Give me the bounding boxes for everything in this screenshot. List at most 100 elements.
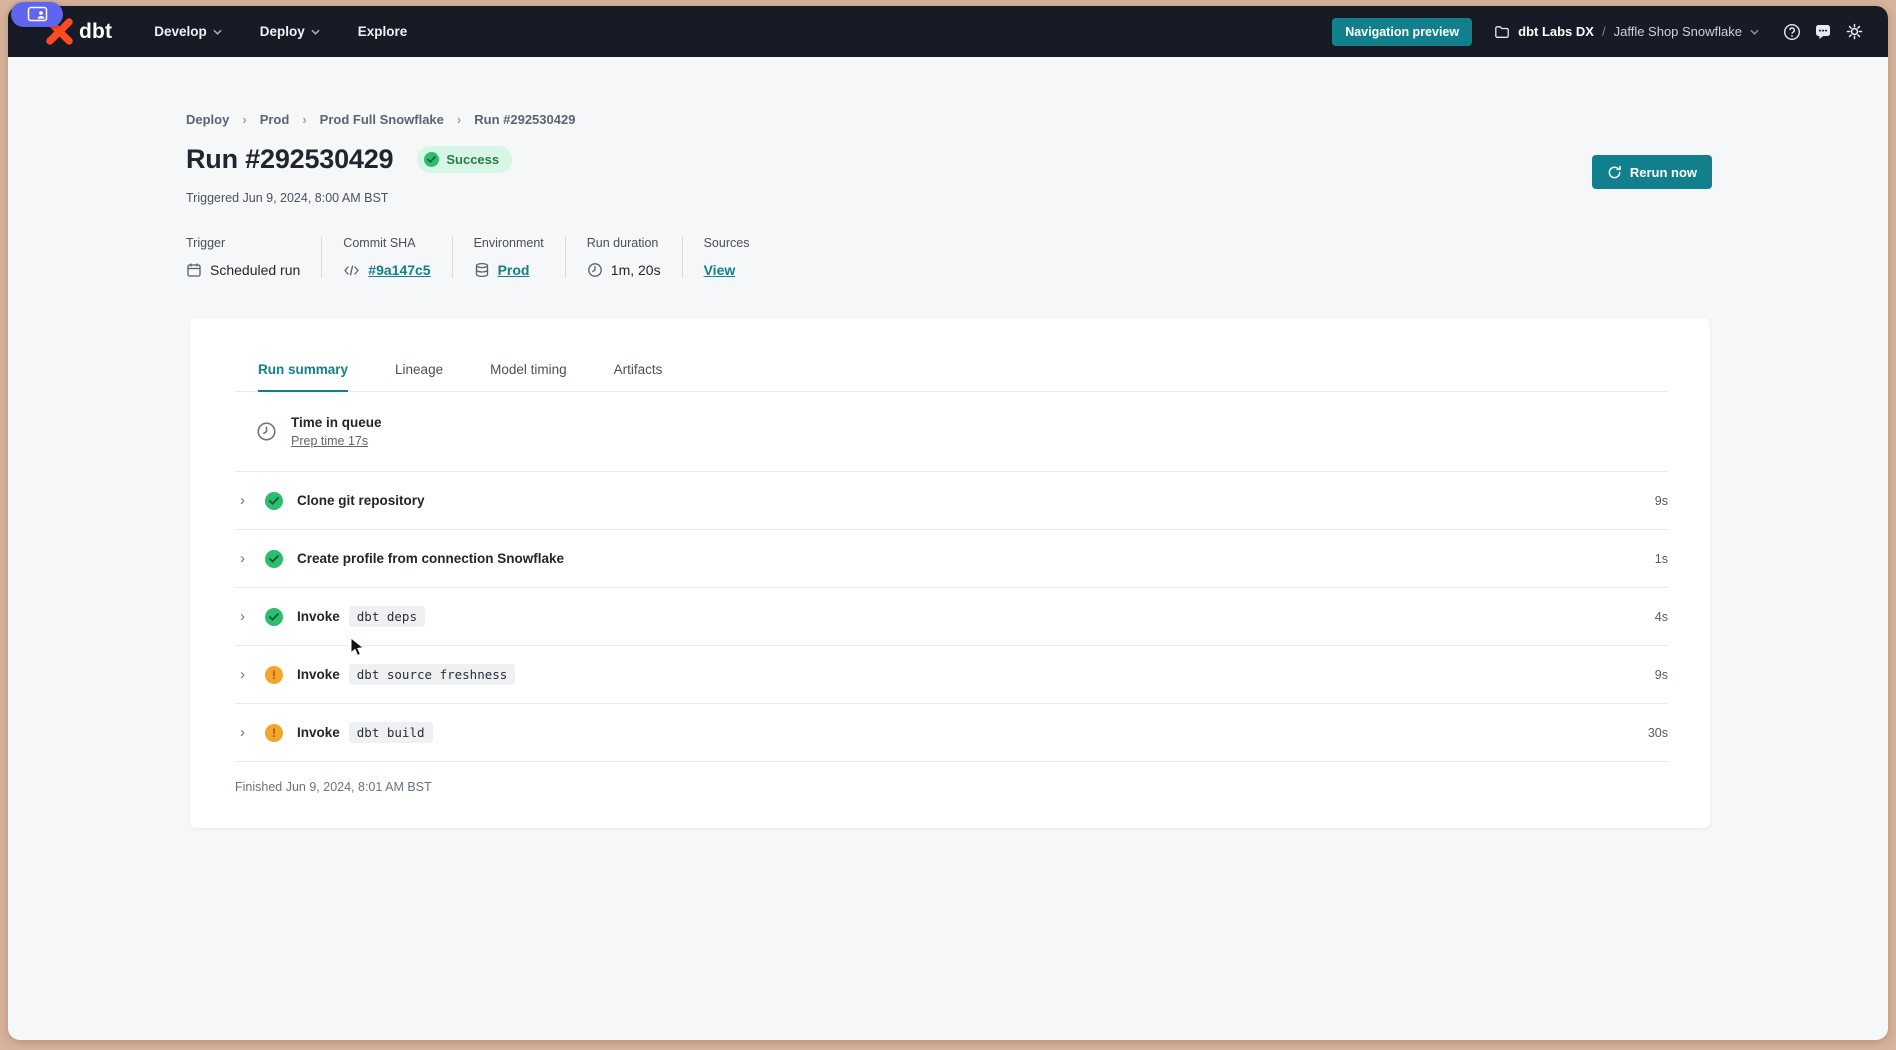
meta-sources: Sources View (704, 236, 771, 278)
step-label[interactable]: Invoke (297, 609, 340, 624)
page-title: Run #292530429 (186, 144, 393, 175)
step-warning-icon: ! (265, 724, 283, 742)
expand-chevron-icon[interactable]: › (240, 550, 265, 567)
project-switcher[interactable]: dbt Labs DX / Jaffle Shop Snowflake (1494, 24, 1759, 40)
expand-chevron-icon[interactable]: › (240, 666, 265, 683)
breadcrumb-deploy[interactable]: Deploy (186, 112, 229, 127)
menu-explore-label: Explore (358, 24, 408, 39)
step-row-source-freshness: › ! Invoke dbt source freshness 9s (235, 646, 1668, 704)
tab-bar: Run summary Lineage Model timing Artifac… (235, 318, 1668, 392)
meta-duration-value: 1m, 20s (611, 262, 661, 278)
screen-share-badge[interactable] (11, 2, 63, 27)
step-row-dbt-deps: › Invoke dbt deps 4s (235, 588, 1668, 646)
commit-sha-link[interactable]: #9a147c5 (368, 262, 430, 278)
status-badge-label: Success (446, 152, 499, 167)
environment-link[interactable]: Prod (498, 262, 530, 278)
help-icon[interactable] (1783, 23, 1801, 41)
tab-lineage[interactable]: Lineage (395, 362, 443, 391)
navbar-icon-group (1783, 22, 1864, 41)
step-warning-icon: ! (265, 666, 283, 684)
chevron-right-icon: › (302, 112, 306, 127)
queue-title: Time in queue (291, 415, 382, 430)
feedback-icon[interactable] (1814, 23, 1832, 41)
breadcrumb-prod[interactable]: Prod (260, 112, 290, 127)
meta-duration: Run duration 1m, 20s (587, 236, 683, 278)
step-label[interactable]: Invoke (297, 667, 340, 682)
step-success-icon (265, 608, 283, 626)
refresh-icon (1607, 165, 1622, 180)
main-menu: Develop Deploy Explore (154, 24, 407, 39)
chevron-down-icon (311, 29, 320, 35)
rerun-now-label: Rerun now (1630, 165, 1697, 180)
meta-trigger-value: Scheduled run (210, 262, 300, 278)
breadcrumb: Deploy › Prod › Prod Full Snowflake › Ru… (186, 112, 1712, 127)
meta-commit: Commit SHA #9a147c5 (343, 236, 452, 278)
menu-explore[interactable]: Explore (358, 24, 408, 39)
prep-time-link[interactable]: Prep time 17s (291, 434, 382, 448)
folder-icon (1494, 24, 1510, 40)
triggered-timestamp: Triggered Jun 9, 2024, 8:00 AM BST (186, 191, 1712, 205)
run-header: Deploy › Prod › Prod Full Snowflake › Ru… (186, 112, 1712, 205)
step-row-dbt-build: › ! Invoke dbt build 30s (235, 704, 1668, 762)
meta-sources-label: Sources (704, 236, 750, 250)
step-label[interactable]: Create profile from connection Snowflake (297, 551, 564, 566)
step-row-create-profile: › Create profile from connection Snowfla… (235, 530, 1668, 588)
menu-develop[interactable]: Develop (154, 24, 222, 39)
step-duration: 9s (1655, 494, 1668, 508)
meta-environment-label: Environment (474, 236, 544, 250)
meta-environment: Environment Prod (474, 236, 566, 278)
step-row-clone: › Clone git repository 9s (235, 472, 1668, 530)
chevron-down-icon (1750, 29, 1759, 35)
expand-chevron-icon[interactable]: › (240, 492, 265, 509)
navigation-preview-button[interactable]: Navigation preview (1332, 18, 1472, 46)
step-duration: 1s (1655, 552, 1668, 566)
expand-chevron-icon[interactable]: › (240, 724, 265, 741)
mouse-cursor (350, 637, 365, 663)
clock-icon (587, 262, 603, 278)
step-command: dbt build (349, 722, 433, 743)
breadcrumb-job[interactable]: Prod Full Snowflake (320, 112, 444, 127)
sources-view-link[interactable]: View (704, 262, 736, 278)
database-icon (474, 262, 490, 278)
chevron-right-icon: › (457, 112, 461, 127)
meta-trigger: Trigger Scheduled run (186, 236, 322, 278)
dbt-logo-text: dbt (79, 20, 112, 44)
code-icon (343, 263, 360, 278)
step-duration: 30s (1648, 726, 1668, 740)
account-name: dbt Labs DX (1518, 24, 1594, 39)
navbar-right: Navigation preview dbt Labs DX / Jaffle … (1332, 18, 1864, 46)
step-label[interactable]: Invoke (297, 725, 340, 740)
menu-develop-label: Develop (154, 24, 207, 39)
chevron-right-icon: › (242, 112, 246, 127)
chevron-down-icon (213, 29, 222, 35)
step-duration: 9s (1655, 668, 1668, 682)
run-summary-card: Run summary Lineage Model timing Artifac… (190, 318, 1710, 828)
step-success-icon (265, 492, 283, 510)
tab-artifacts[interactable]: Artifacts (614, 362, 663, 391)
success-check-icon (424, 152, 439, 167)
expand-chevron-icon[interactable]: › (240, 608, 265, 625)
meta-trigger-label: Trigger (186, 236, 300, 250)
step-command: dbt source freshness (349, 664, 516, 685)
app-window: dbt Develop Deploy Explore Navigation pr… (8, 6, 1888, 1040)
step-label[interactable]: Clone git repository (297, 493, 425, 508)
status-badge: Success (417, 146, 512, 173)
calendar-icon (186, 262, 202, 278)
finished-timestamp: Finished Jun 9, 2024, 8:01 AM BST (235, 762, 1668, 794)
tab-run-summary[interactable]: Run summary (258, 362, 348, 392)
screen-share-icon (27, 6, 48, 23)
project-name: Jaffle Shop Snowflake (1614, 24, 1742, 39)
run-meta-row: Trigger Scheduled run Commit SHA #9a147c… (186, 236, 770, 278)
step-command: dbt deps (349, 606, 425, 627)
settings-gear-icon[interactable] (1845, 22, 1864, 41)
meta-duration-label: Run duration (587, 236, 661, 250)
top-navbar: dbt Develop Deploy Explore Navigation pr… (8, 6, 1888, 57)
rerun-now-button[interactable]: Rerun now (1592, 155, 1712, 189)
breadcrumb-run: Run #292530429 (474, 112, 575, 127)
menu-deploy-label: Deploy (260, 24, 305, 39)
queue-clock-icon (256, 421, 277, 442)
menu-deploy[interactable]: Deploy (260, 24, 320, 39)
step-duration: 4s (1655, 610, 1668, 624)
time-in-queue-block: Time in queue Prep time 17s (235, 392, 1668, 472)
tab-model-timing[interactable]: Model timing (490, 362, 567, 391)
